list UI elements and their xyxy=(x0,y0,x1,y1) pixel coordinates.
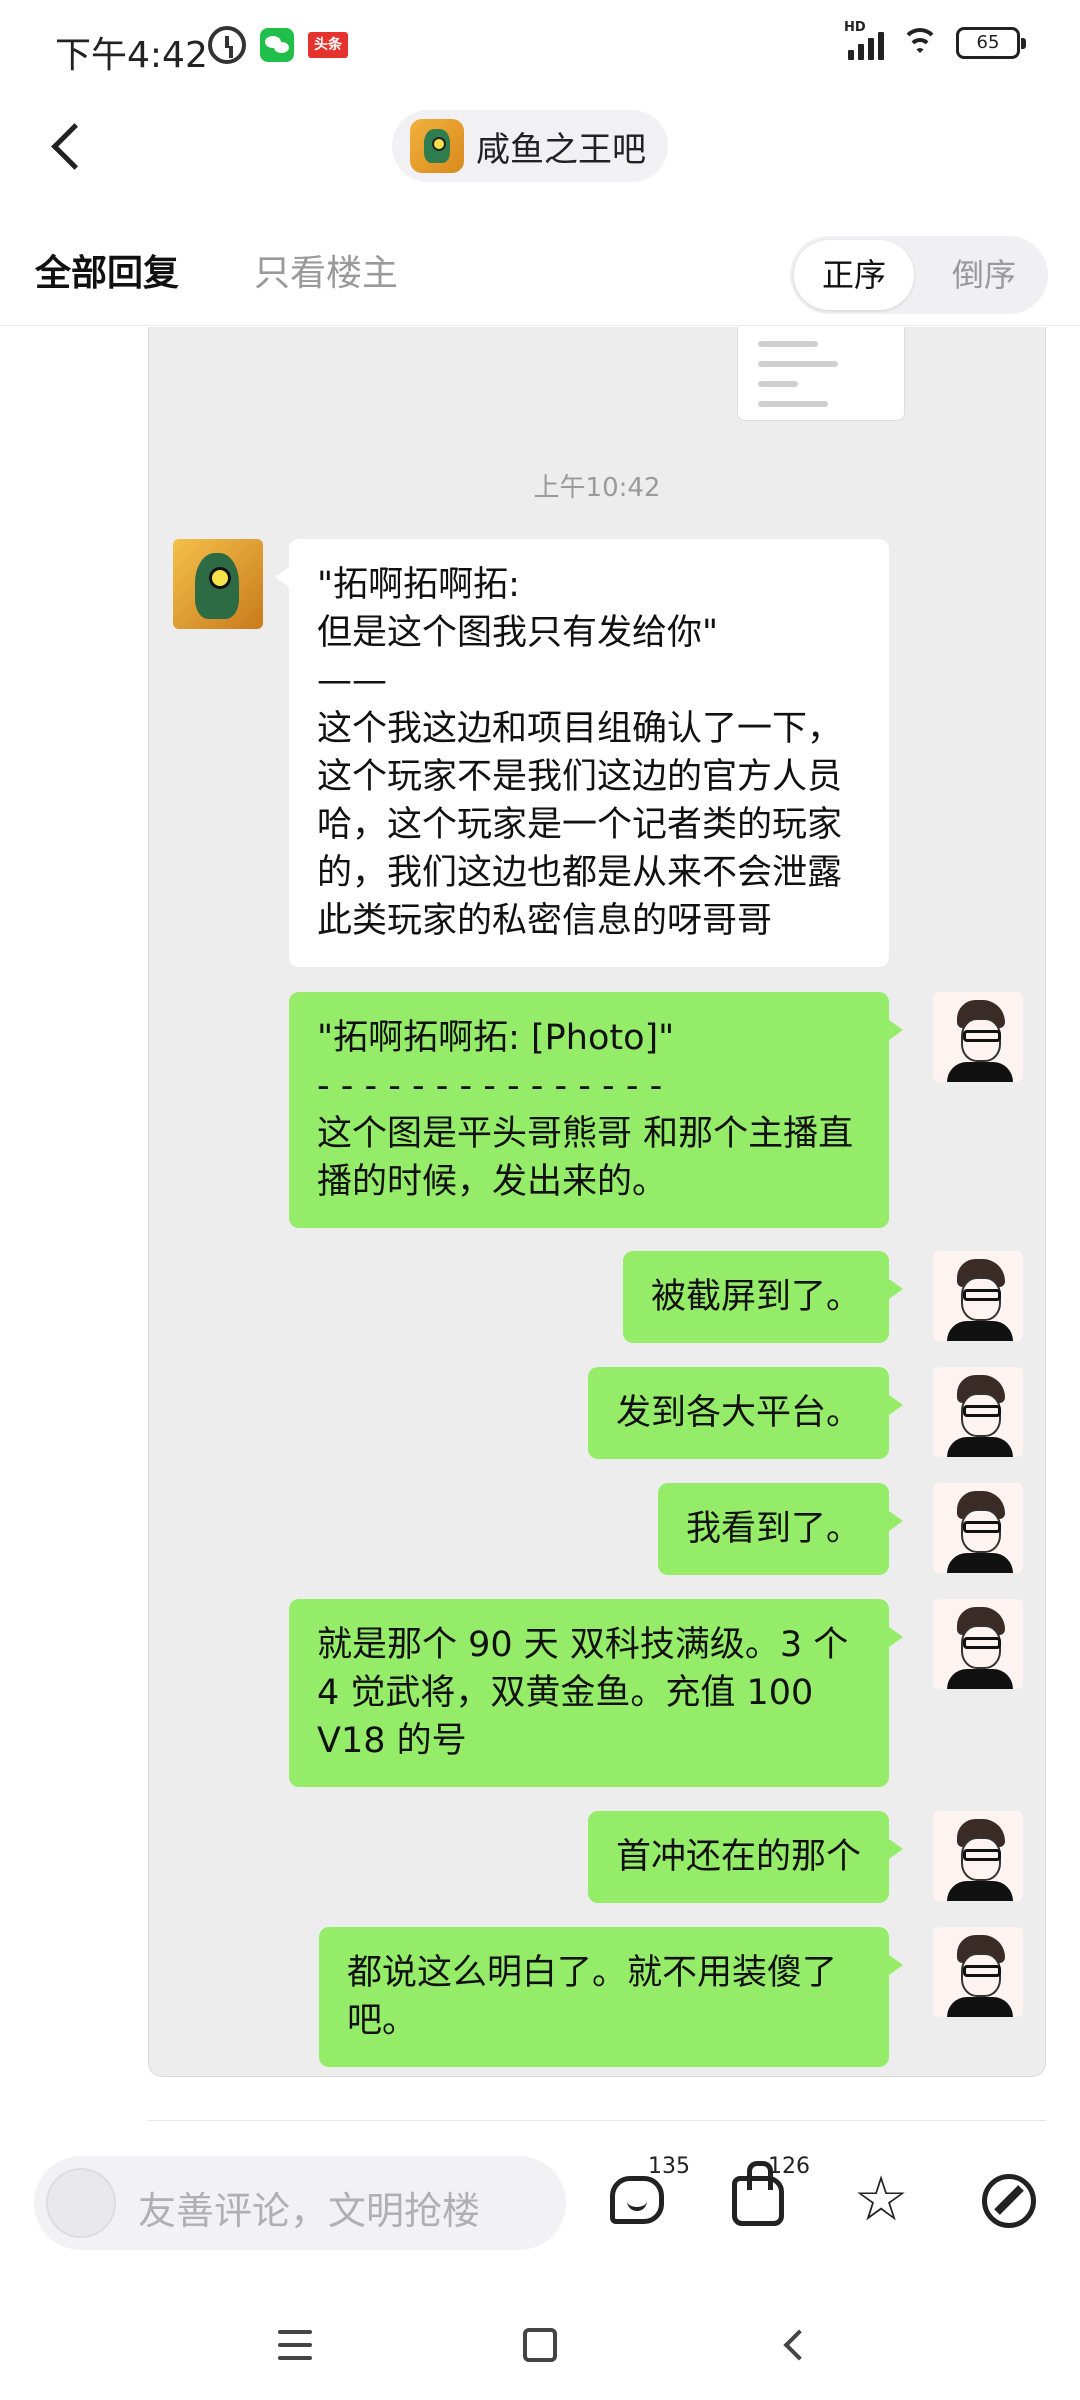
chat-message-right: 就是那个 90 天 双科技满级。3 个 4 觉武将，双黄金鱼。充值 100 V1… xyxy=(289,1599,903,1787)
forum-pill[interactable]: 咸鱼之王吧 xyxy=(392,110,668,182)
menu-icon[interactable] xyxy=(278,2330,312,2360)
signal-icon: HD xyxy=(844,20,884,60)
chat-message-right: 都说这么明白了。就不用装傻了吧。 xyxy=(319,1927,903,2067)
nav-back-icon[interactable] xyxy=(778,2330,808,2360)
bottom-action-bar: 友善评论，文明抢楼 135 126 ☆ xyxy=(0,2146,1080,2256)
title-bar: 咸鱼之王吧 xyxy=(0,96,1080,196)
network-type: HD xyxy=(844,20,866,35)
status-system-icons: HD 65 xyxy=(844,20,1026,60)
my-avatar xyxy=(933,1483,1023,1573)
wifi-icon xyxy=(900,26,940,60)
comment-input[interactable]: 友善评论，文明抢楼 xyxy=(34,2156,566,2250)
my-avatar xyxy=(933,1811,1023,1901)
my-avatar xyxy=(933,1367,1023,1457)
tab-owner-only[interactable]: 只看楼主 xyxy=(254,244,398,296)
my-avatar xyxy=(933,1599,1023,1689)
chat-message-right: 我看到了。 xyxy=(657,1483,904,1575)
thumbs-up-icon xyxy=(732,2161,784,2226)
user-avatar xyxy=(46,2168,116,2238)
like-button[interactable]: 126 xyxy=(722,2154,810,2242)
order-asc-button[interactable]: 正序 xyxy=(794,240,914,310)
chat-message-right: 首冲还在的那个 xyxy=(587,1811,904,1903)
other-avatar xyxy=(173,539,263,629)
share-button[interactable] xyxy=(972,2162,1052,2242)
star-icon: ☆ xyxy=(853,2162,909,2235)
chat-message-left: "拓啊拓啊拓: 但是这个图我只有发给你" —— 这个我这边和项目组确认了一下，这… xyxy=(275,539,889,967)
chat-message-right: 发到各大平台。 xyxy=(587,1367,904,1459)
toutiao-icon: 头条 xyxy=(308,32,348,58)
chat-timestamp: 上午10:42 xyxy=(533,473,661,503)
comment-placeholder: 友善评论，文明抢楼 xyxy=(138,2189,481,2233)
comment-count: 135 xyxy=(648,2154,690,2179)
forum-name: 咸鱼之王吧 xyxy=(476,129,646,170)
battery-icon: 65 xyxy=(956,27,1026,59)
reply-filter-tabs: 全部回复 只看楼主 正序 倒序 xyxy=(0,226,1080,326)
share-icon xyxy=(982,2174,1036,2228)
home-icon[interactable] xyxy=(523,2328,557,2362)
post-image-chat-screenshot[interactable]: 上午10:42 "拓啊拓啊拓: 但是这个图我只有发给你" —— 这个我这边和项目… xyxy=(148,327,1046,2077)
forum-avatar xyxy=(410,119,464,173)
my-avatar xyxy=(933,1251,1023,1341)
order-switch: 正序 倒序 xyxy=(790,236,1048,314)
wechat-icon xyxy=(260,28,294,62)
back-icon[interactable] xyxy=(40,116,100,176)
status-time: 下午4:42 xyxy=(55,35,208,76)
alarm-icon xyxy=(208,26,246,64)
my-avatar xyxy=(933,1927,1023,2017)
my-avatar xyxy=(933,992,1023,1082)
system-nav-bar xyxy=(0,2290,1080,2400)
comment-icon xyxy=(610,2176,664,2224)
status-bar: 下午4:42 头条 HD 65 xyxy=(0,0,1080,96)
order-desc-button[interactable]: 倒序 xyxy=(926,240,1042,310)
favorite-button[interactable]: ☆ xyxy=(842,2162,922,2242)
menu-fragment xyxy=(737,327,905,421)
like-count: 126 xyxy=(768,2154,810,2179)
divider xyxy=(148,2120,1046,2121)
chat-message-right: "拓啊拓啊拓: [Photo]" - - - - - - - - - - - -… xyxy=(289,992,903,1228)
comment-button[interactable]: 135 xyxy=(602,2154,690,2242)
tab-all-replies[interactable]: 全部回复 xyxy=(35,244,179,296)
chat-message-right: 被截屏到了。 xyxy=(622,1251,904,1343)
status-notification-icons: 头条 xyxy=(208,26,348,64)
